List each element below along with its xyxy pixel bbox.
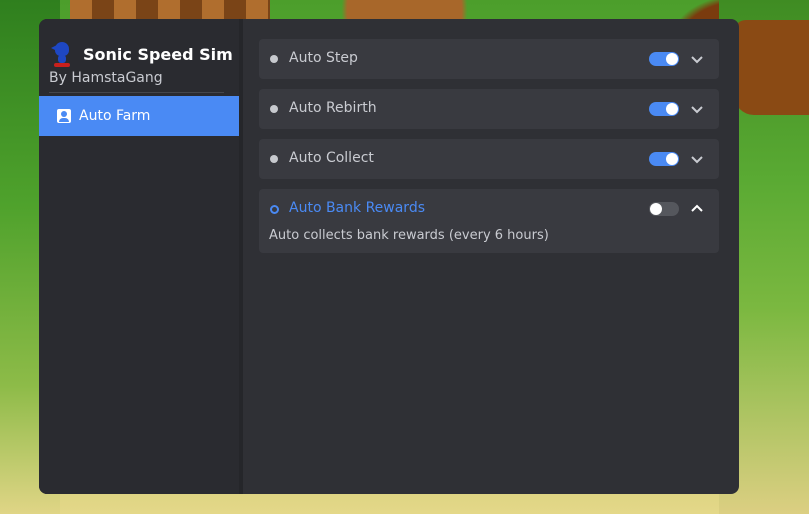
auto-rebirth-toggle[interactable] <box>649 102 679 116</box>
feature-label: Auto Rebirth <box>289 100 377 116</box>
bullet-icon <box>270 105 278 113</box>
feature-label: Auto Step <box>289 50 358 66</box>
bullet-icon <box>270 155 278 163</box>
feature-label: Auto Bank Rewards <box>289 200 426 216</box>
background-checkered-wall <box>70 0 270 20</box>
sonic-logo-icon <box>51 40 75 68</box>
author-label: By HamstaGang <box>49 70 163 86</box>
feature-list: Auto Step Auto Rebirth Auto Collect Auto… <box>259 39 719 263</box>
chevron-up-icon[interactable] <box>689 201 705 217</box>
feature-description: Auto collects bank rewards (every 6 hour… <box>269 228 549 243</box>
sidebar-item-auto-farm[interactable]: Auto Farm <box>39 96 239 136</box>
feature-auto-bank-rewards[interactable]: Auto Bank Rewards Auto collects bank rew… <box>259 189 719 253</box>
auto-collect-toggle[interactable] <box>649 152 679 166</box>
feature-auto-rebirth[interactable]: Auto Rebirth <box>259 89 719 129</box>
divider <box>49 92 224 93</box>
feature-auto-collect[interactable]: Auto Collect <box>259 139 719 179</box>
sidebar-divider <box>239 19 243 494</box>
auto-step-toggle[interactable] <box>649 52 679 66</box>
script-window: Sonic Speed Sim By HamstaGang Auto Farm … <box>39 19 739 494</box>
contact-icon <box>57 109 71 123</box>
feature-label: Auto Collect <box>289 150 374 166</box>
chevron-down-icon[interactable] <box>689 51 705 67</box>
auto-bank-rewards-toggle[interactable] <box>649 202 679 216</box>
sidebar-item-label: Auto Farm <box>79 108 151 124</box>
app-title: Sonic Speed Sim <box>83 44 233 64</box>
title-row: Sonic Speed Sim <box>51 39 233 69</box>
chevron-down-icon[interactable] <box>689 151 705 167</box>
feature-auto-step[interactable]: Auto Step <box>259 39 719 79</box>
bullet-icon <box>270 55 278 63</box>
bullet-icon <box>270 205 279 214</box>
chevron-down-icon[interactable] <box>689 101 705 117</box>
background-rock <box>734 20 809 115</box>
sidebar: Sonic Speed Sim By HamstaGang Auto Farm <box>39 19 239 494</box>
